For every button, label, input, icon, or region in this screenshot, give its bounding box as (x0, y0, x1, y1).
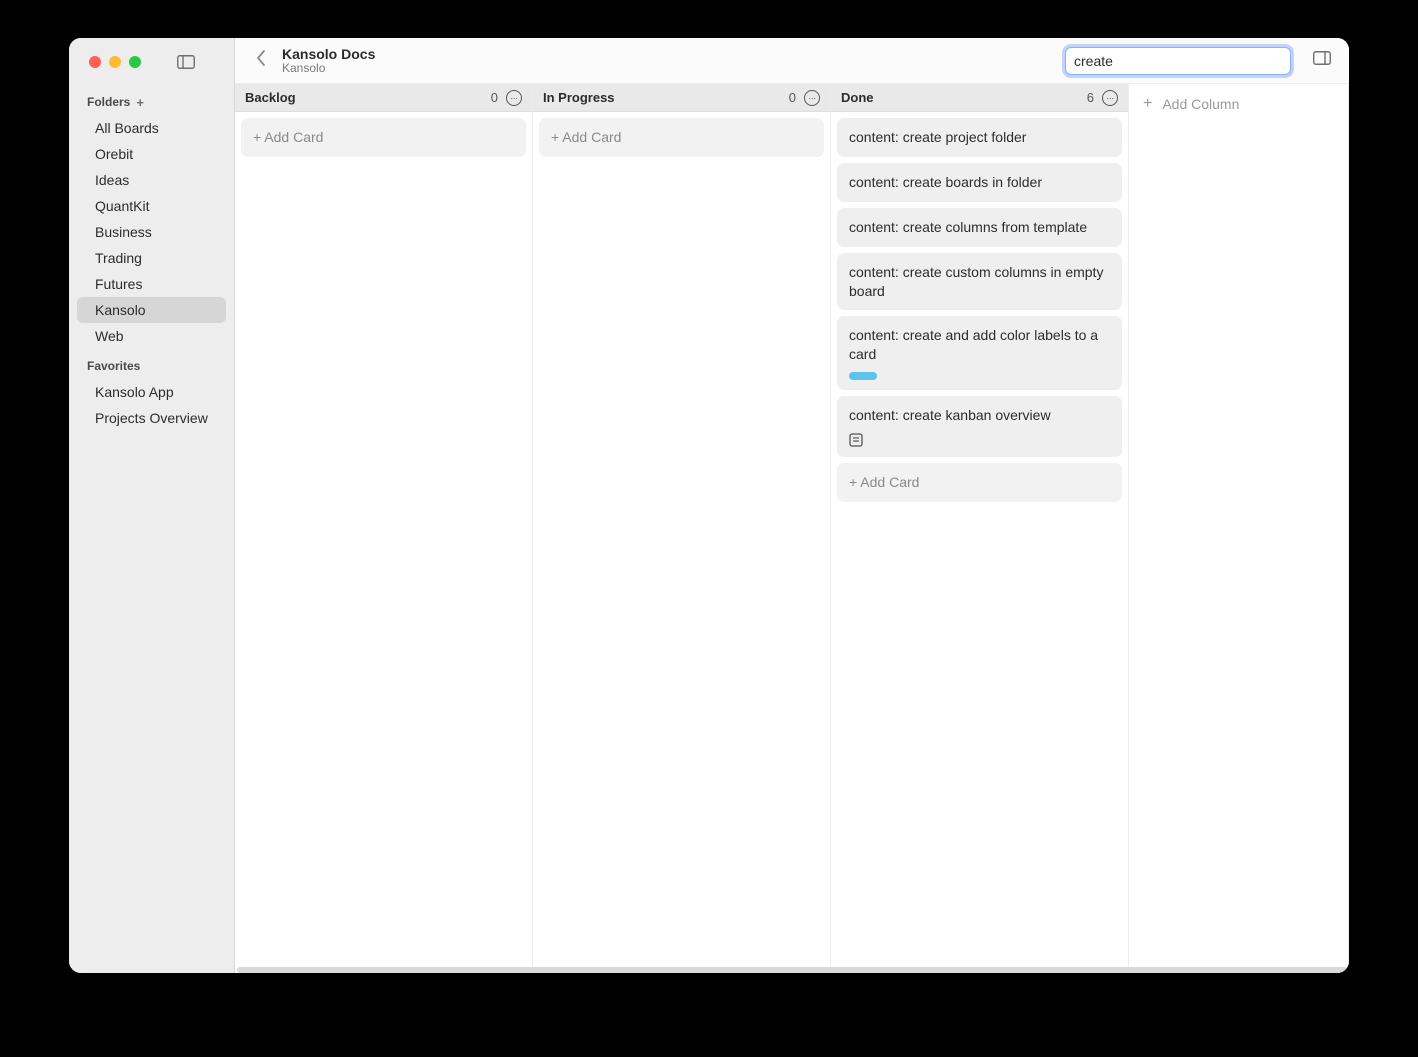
card-title: content: create columns from template (849, 218, 1110, 237)
sidebar-icon (177, 55, 195, 69)
plus-icon: + (1143, 95, 1152, 113)
folders-section-header: Folders + (69, 95, 234, 115)
window-body: Folders + All BoardsOrebitIdeasQuantKitB… (69, 38, 1349, 973)
column-body: + Add Card (235, 112, 532, 967)
card-title: content: create and add color labels to … (849, 326, 1110, 364)
card-title: content: create boards in folder (849, 173, 1110, 192)
board-card[interactable]: content: create columns from template (837, 208, 1122, 247)
sidebar-favorite-item[interactable]: Kansolo App (77, 379, 226, 405)
column-count: 6 (1087, 90, 1094, 105)
search-input[interactable] (1074, 53, 1282, 69)
sidebar-favorite-item[interactable]: Projects Overview (77, 405, 226, 431)
column-count: 0 (789, 90, 796, 105)
column-title: Backlog (245, 90, 483, 105)
kanban-board: Backlog 0 ··· + Add Card In Progress 0 ··· + Ad… (235, 84, 1349, 967)
add-column-label: Add Column (1162, 96, 1239, 112)
main-panel: Kansolo Docs Kansolo Backlog 0 ··· + Add Ca… (235, 38, 1349, 973)
board-card[interactable]: content: create kanban overview (837, 396, 1122, 457)
breadcrumb: Kansolo Docs Kansolo (282, 46, 375, 76)
board-column: Backlog 0 ··· + Add Card (235, 84, 533, 967)
sidebar-folder-item[interactable]: Ideas (77, 167, 226, 193)
folders-label: Folders (87, 95, 130, 109)
column-title: Done (841, 90, 1079, 105)
close-window-button[interactable] (89, 56, 101, 68)
back-button[interactable] (249, 45, 272, 76)
add-card-button[interactable]: + Add Card (837, 463, 1122, 502)
maximize-window-button[interactable] (129, 56, 141, 68)
add-folder-button[interactable]: + (136, 96, 144, 109)
card-title: content: create kanban overview (849, 406, 1110, 425)
favorites-list: Kansolo AppProjects Overview (69, 379, 234, 431)
sidebar-folder-item[interactable]: Orebit (77, 141, 226, 167)
search-field-wrapper[interactable] (1065, 47, 1291, 75)
column-header: Done 6 ··· (831, 84, 1128, 112)
column-count: 0 (491, 90, 498, 105)
sidebar: Folders + All BoardsOrebitIdeasQuantKitB… (69, 38, 235, 973)
sidebar-folder-item[interactable]: Trading (77, 245, 226, 271)
board-card[interactable]: content: create project folder (837, 118, 1122, 157)
sidebar-folder-item[interactable]: All Boards (77, 115, 226, 141)
toolbar: Kansolo Docs Kansolo (235, 38, 1349, 84)
board-column: Done6···content: create project folderco… (831, 84, 1129, 967)
toggle-sidebar-button[interactable] (177, 55, 195, 69)
board-title: Kansolo Docs (282, 46, 375, 62)
board-column: In Progress 0 ··· + Add Card (533, 84, 831, 967)
horizontal-scrollbar[interactable] (235, 967, 1349, 973)
sidebar-folder-item[interactable]: Futures (77, 271, 226, 297)
column-body: content: create project folder content: c… (831, 112, 1128, 967)
column-header: Backlog 0 ··· (235, 84, 532, 112)
column-more-button[interactable]: ··· (1102, 90, 1118, 106)
board-card[interactable]: content: create boards in folder (837, 163, 1122, 202)
column-title: In Progress (543, 90, 781, 105)
folder-list: All BoardsOrebitIdeasQuantKitBusinessTra… (69, 115, 234, 349)
card-color-label (849, 372, 877, 380)
sidebar-folder-item[interactable]: QuantKit (77, 193, 226, 219)
minimize-window-button[interactable] (109, 56, 121, 68)
column-more-button[interactable]: ··· (804, 90, 820, 106)
panel-right-icon (1313, 51, 1331, 65)
board-subtitle: Kansolo (282, 62, 375, 76)
sidebar-folder-item[interactable]: Web (77, 323, 226, 349)
chevron-left-icon (255, 49, 266, 67)
add-column: + Add Column (1129, 84, 1349, 967)
notes-icon (849, 433, 863, 447)
toggle-right-panel-button[interactable] (1309, 47, 1335, 74)
sidebar-folder-item[interactable]: Business (77, 219, 226, 245)
board-card[interactable]: content: create and add color labels to … (837, 316, 1122, 390)
app-window: Folders + All BoardsOrebitIdeasQuantKitB… (69, 38, 1349, 973)
card-title: content: create project folder (849, 128, 1110, 147)
window-controls (69, 55, 234, 69)
favorites-section-header: Favorites (69, 349, 234, 379)
column-header: In Progress 0 ··· (533, 84, 830, 112)
card-title: content: create custom columns in empty … (849, 263, 1110, 301)
add-card-button[interactable]: + Add Card (539, 118, 824, 157)
board-card[interactable]: content: create custom columns in empty … (837, 253, 1122, 311)
sidebar-folder-item[interactable]: Kansolo (77, 297, 226, 323)
column-body: + Add Card (533, 112, 830, 967)
column-more-button[interactable]: ··· (506, 90, 522, 106)
add-card-button[interactable]: + Add Card (241, 118, 526, 157)
add-column-button[interactable]: + Add Column (1129, 84, 1348, 124)
